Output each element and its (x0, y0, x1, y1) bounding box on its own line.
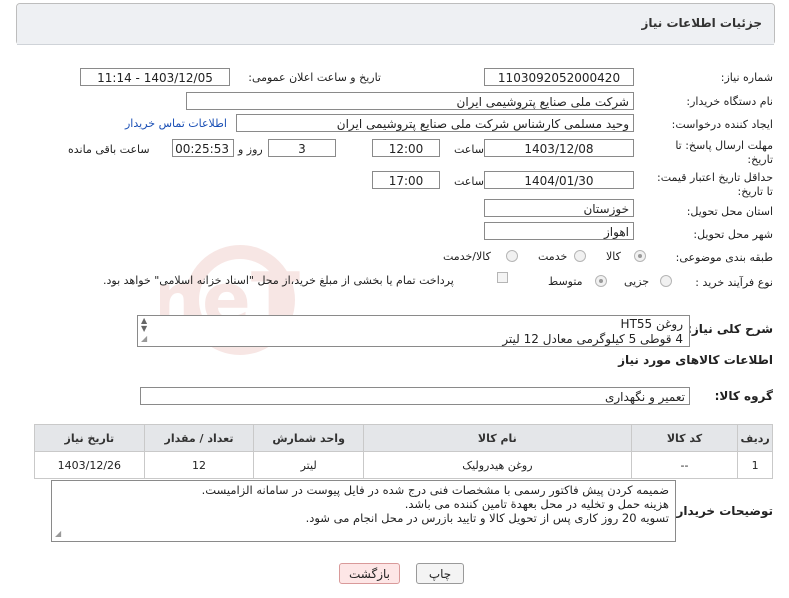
announce-date-label: تاریخ و ساعت اعلان عمومی: (248, 71, 381, 84)
process-label: نوع فرآیند خرید : (695, 276, 773, 289)
cell-name: روغن هیدرولیک (362, 451, 632, 479)
category-radio-service[interactable] (574, 250, 586, 262)
header-bar: جزئیات اطلاعات نیاز (17, 4, 774, 45)
deadline-date-field[interactable]: 1403/12/08 (484, 139, 634, 157)
remaining-label: ساعت باقی مانده (68, 143, 150, 156)
buyer-notes-line-1: ضمیمه کردن پیش فاکتور رسمی با مشخصات فنی… (201, 483, 669, 497)
province-field[interactable]: خوزستان (484, 199, 634, 217)
category-option-goods: کالا (606, 250, 621, 263)
treasury-payment-checkbox[interactable] (497, 272, 508, 283)
description-line-2: 4 قوطی 5 کیلوگرمی معادل 12 لیتر (502, 332, 683, 346)
goods-table: ردیف کد کالا نام کالا واحد شمارش تعداد /… (34, 424, 773, 479)
description-textarea[interactable]: روغن HT55 4 قوطی 5 کیلوگرمی معادل 12 لیت… (137, 315, 690, 347)
category-label: طبقه بندی موضوعی: (675, 251, 773, 264)
treasury-payment-note: پرداخت تمام یا بخشی از مبلغ خرید،از محل … (103, 274, 454, 287)
description-line-1: روغن HT55 (620, 317, 683, 331)
buyer-contact-link[interactable]: اطلاعات تماس خریدار (125, 117, 227, 130)
category-option-service: خدمت (538, 250, 568, 263)
days-field[interactable]: 3 (268, 139, 336, 157)
validity-date-field[interactable]: 1404/01/30 (484, 171, 634, 189)
province-label: استان محل تحویل: (686, 205, 773, 218)
col-unit: واحد شمارش (253, 424, 364, 452)
goods-group-field[interactable]: تعمیر و نگهداری (140, 387, 690, 405)
buyer-org-field[interactable]: شرکت ملی صنایع پتروشیمی ایران (186, 92, 634, 110)
process-option-medium: متوسط (548, 275, 583, 288)
process-option-minor: جزیی (624, 275, 650, 288)
cell-unit: لیتر (253, 451, 364, 479)
cell-code: -- (630, 451, 739, 479)
deadline-time-field[interactable]: 12:00 (372, 139, 440, 157)
validity-time-label: ساعت (454, 175, 484, 188)
creator-field[interactable]: وحید مسلمی کارشناس شرکت ملی صنایع پتروشی… (236, 114, 634, 132)
buyer-notes-label: توضیحات خریدار: (671, 504, 773, 518)
description-label: شرح کلی نیاز: (687, 322, 773, 336)
resize-handle-icon[interactable]: ◢ (55, 527, 61, 541)
category-option-both: کالا/خدمت (443, 250, 491, 263)
validity-time-field[interactable]: 17:00 (372, 171, 440, 189)
col-row: ردیف (737, 424, 773, 452)
table-row[interactable]: 1 -- روغن هیدرولیک لیتر 12 1403/12/26 (34, 451, 773, 479)
goods-section-title: اطلاعات کالاهای مورد نیاز (618, 353, 773, 367)
buyer-org-label: نام دستگاه خریدار: (686, 95, 773, 108)
deadline-time-label: ساعت (454, 143, 484, 156)
col-qty: تعداد / مقدار (143, 424, 255, 452)
validity-label: حداقل تاریخ اعتبار قیمت: تا تاریخ: (657, 171, 773, 198)
remaining-time-field[interactable]: 00:25:53 (172, 139, 234, 157)
page-title: جزئیات اطلاعات نیاز (641, 16, 762, 30)
deadline-label: مهلت ارسال پاسخ: تا تاریخ: (675, 139, 773, 166)
cell-qty: 12 (143, 451, 255, 479)
buyer-notes-line-3: تسویه 20 روز کاری پس از تحویل کالا و تای… (305, 511, 669, 525)
print-button[interactable]: چاپ (416, 563, 464, 584)
col-date: تاریخ نیاز (34, 424, 145, 452)
col-name: نام کالا (362, 424, 632, 452)
buyer-notes-line-2: هزینه حمل و تخلیه در محل بعهدة تامین کنن… (404, 497, 669, 511)
category-radio-goods[interactable] (634, 250, 646, 262)
resize-handle-icon[interactable]: ◢ (141, 331, 147, 346)
days-label: روز و (238, 143, 263, 156)
process-radio-medium[interactable] (595, 275, 607, 287)
cell-date: 1403/12/26 (34, 451, 145, 479)
goods-group-label: گروه کالا: (714, 389, 773, 403)
process-radio-minor[interactable] (660, 275, 672, 287)
buyer-notes-textarea[interactable]: ضمیمه کردن پیش فاکتور رسمی با مشخصات فنی… (51, 480, 676, 542)
city-field[interactable]: اهواز (484, 222, 634, 240)
creator-label: ایجاد کننده درخواست: (671, 118, 773, 131)
goods-table-header: ردیف کد کالا نام کالا واحد شمارش تعداد /… (34, 424, 773, 452)
col-code: کد کالا (630, 424, 739, 452)
city-label: شهر محل تحویل: (693, 228, 773, 241)
category-radio-both[interactable] (506, 250, 518, 262)
announce-date-field[interactable]: 1403/12/05 - 11:14 (80, 68, 230, 86)
need-number-label: شماره نیاز: (720, 71, 773, 84)
page-header: جزئیات اطلاعات نیاز (16, 3, 775, 45)
cell-row: 1 (737, 451, 773, 479)
need-number-field[interactable]: 1103092052000420 (484, 68, 634, 86)
back-button[interactable]: بازگشت (339, 563, 400, 584)
